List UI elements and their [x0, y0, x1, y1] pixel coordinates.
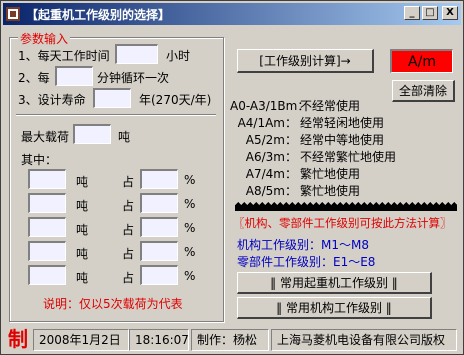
load-ton-input[interactable]	[28, 193, 66, 213]
status-logo: 制	[8, 327, 28, 351]
cycle-input[interactable]	[55, 66, 93, 86]
clear-all-button[interactable]: 全部清除	[392, 80, 455, 102]
load-ton-input[interactable]	[28, 241, 66, 261]
load-percent-unit: %	[184, 245, 196, 259]
level-code: A0-A3/1Bm：	[230, 99, 310, 113]
load-share-label: 占	[122, 271, 135, 285]
load-percent-unit: %	[184, 269, 196, 283]
close-button[interactable]: X	[442, 6, 458, 20]
daily-hours-label: 1、每天工作时间	[18, 49, 110, 63]
mechanism-levels-button[interactable]: ‖ 常用机构工作级别 ‖	[237, 297, 432, 319]
load-ton-unit: 吨	[76, 247, 89, 261]
window-controls: _ □ X	[404, 6, 458, 20]
level-code: A5/2m：	[245, 133, 297, 147]
load-percent-input[interactable]	[140, 265, 178, 285]
status-author: 制作：杨松	[191, 329, 269, 351]
level-code: A8/5m：	[245, 184, 297, 198]
load-ton-unit: 吨	[76, 271, 89, 285]
cycle-label: 2、每	[18, 71, 50, 85]
load-percent-input[interactable]	[140, 217, 178, 237]
params-legend: 参数输入	[18, 30, 71, 47]
daily-hours-input[interactable]	[115, 44, 158, 64]
calc-level-button[interactable]: [工作级别计算]→	[237, 49, 374, 73]
window-title: 【起重机工作级别的选择】	[26, 7, 171, 22]
level-desc: 经常中等地使用	[300, 133, 385, 147]
load-ton-input[interactable]	[28, 265, 66, 285]
minimize-button[interactable]: _	[404, 6, 420, 20]
load-percent-input[interactable]	[140, 193, 178, 213]
life-label: 3、设计寿命	[18, 93, 86, 107]
status-company: 上海马菱机电设备有限公司版权	[271, 329, 457, 351]
app-icon	[6, 7, 20, 21]
among-label: 其中：	[21, 153, 58, 167]
load-ton-input[interactable]	[28, 217, 66, 237]
status-date: 2008年1月2日	[33, 329, 129, 351]
level-code: A7/4m：	[245, 167, 297, 181]
status-time: 18:16:07	[129, 329, 189, 351]
load-percent-input[interactable]	[140, 241, 178, 261]
crane-levels-button[interactable]: ‖ 常用起重机工作级别 ‖	[237, 272, 432, 294]
load-share-label: 占	[122, 247, 135, 261]
level-desc: 经常轻闲地使用	[300, 116, 385, 130]
load-note: 说明：仅以5次载荷为代表	[43, 297, 183, 311]
level-desc: 不经常使用	[300, 99, 361, 113]
load-share-label: 占	[122, 223, 135, 237]
params-separator	[16, 114, 216, 116]
app-window: 【起重机工作级别的选择】 _ □ X 参数输入 1、每天工作时间 小时 2、每 …	[0, 0, 464, 355]
status-bar: 制 2008年1月2日 18:16:07 制作：杨松 上海马菱机电设备有限公司版…	[3, 326, 461, 352]
load-share-label: 占	[122, 199, 135, 213]
title-bar[interactable]: 【起重机工作级别的选择】 _ □ X	[3, 3, 461, 25]
load-ton-unit: 吨	[76, 199, 89, 213]
max-load-unit: 吨	[118, 130, 131, 144]
component-heading: 〖机构、零部件工作级别可按此方法计算〗	[233, 216, 452, 230]
level-desc: 繁忙地使用	[300, 167, 361, 181]
load-ton-unit: 吨	[76, 175, 89, 189]
mechanism-range: 机构工作级别：M1～M8	[237, 238, 369, 252]
cycle-unit: 分钟循环一次	[97, 71, 170, 85]
load-percent-unit: %	[184, 221, 196, 235]
zigzag-divider	[235, 201, 457, 211]
max-load-input[interactable]	[73, 124, 111, 144]
load-ton-unit: 吨	[76, 223, 89, 237]
load-ton-input[interactable]	[28, 169, 66, 189]
life-input[interactable]	[93, 88, 131, 108]
load-percent-unit: %	[184, 197, 196, 211]
load-percent-input[interactable]	[140, 169, 178, 189]
daily-hours-unit: 小时	[166, 49, 191, 63]
level-code: A6/3m：	[245, 150, 297, 164]
load-percent-unit: %	[184, 173, 196, 187]
life-unit: 年(270天/年)	[139, 93, 212, 107]
level-code: A4/1Am：	[237, 116, 297, 130]
part-range: 零部件工作级别：E1～E8	[237, 255, 376, 269]
level-desc: 繁忙地使用	[300, 184, 361, 198]
result-display: A/m	[390, 49, 453, 73]
level-desc: 不经常繁忙地使用	[300, 150, 397, 164]
maximize-button[interactable]: □	[422, 6, 438, 20]
max-load-label: 最大载荷	[21, 130, 70, 144]
load-share-label: 占	[122, 175, 135, 189]
